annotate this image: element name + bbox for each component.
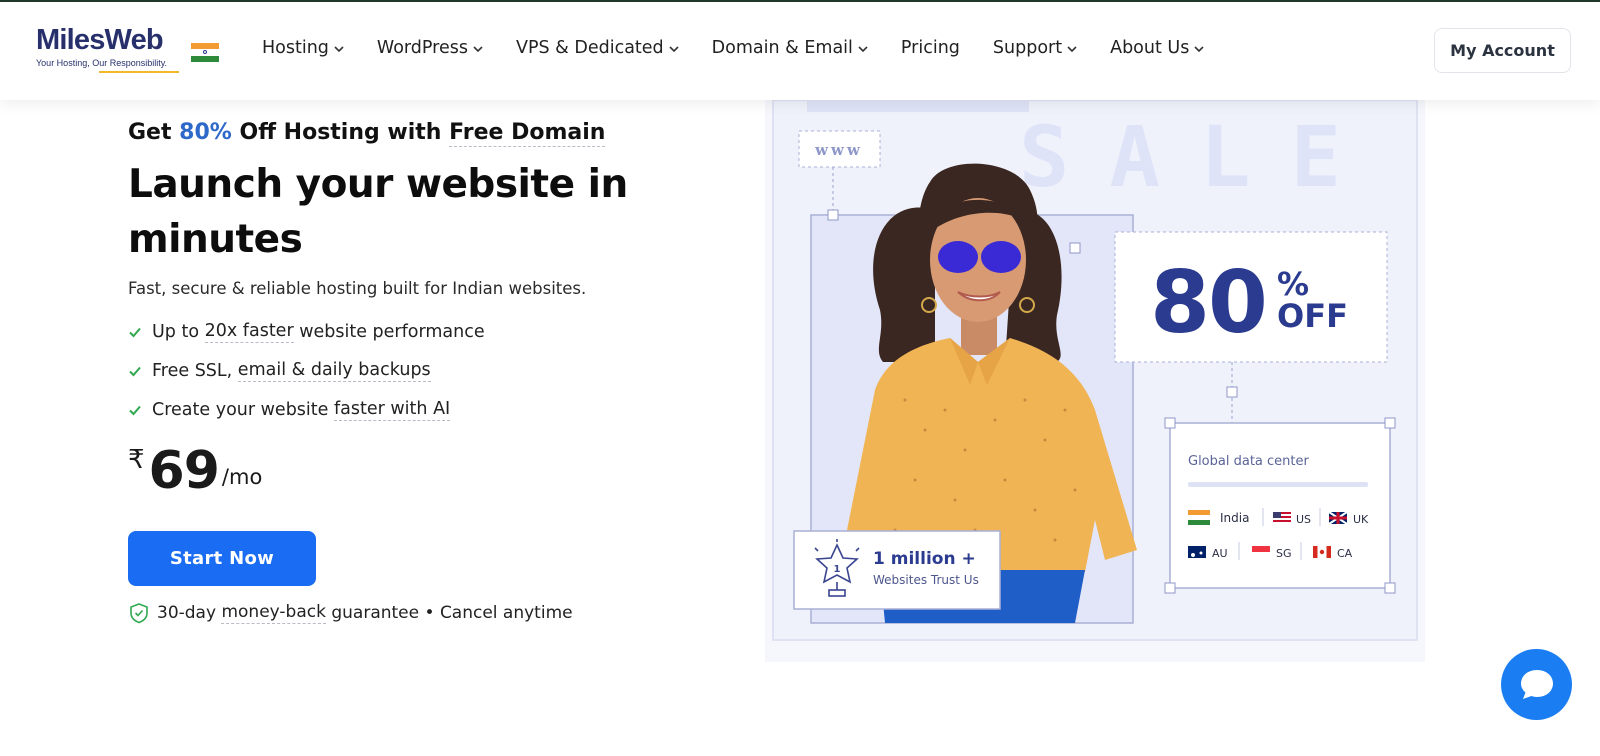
feature-item: Up to 20x faster website performance [128,312,728,351]
chat-icon [1520,669,1553,699]
location-uk: UK [1353,513,1369,526]
datacenter-card [1169,422,1391,589]
nav-item-about-us[interactable]: About Us [1110,38,1204,58]
trust-count: 1 million + [873,549,976,569]
chevron-down-icon [1067,46,1077,53]
feature-item: Create your website faster with AI [128,390,728,429]
discount-number: 80 [1150,253,1266,353]
shield-icon [130,603,148,624]
handle [827,209,839,221]
trust-card [793,530,1001,610]
flag-icon [1252,546,1270,558]
nav-label: Hosting [262,38,329,58]
feature-text: website performance [293,321,485,342]
brand-tagline: Your Hosting, Our Responsibility. [36,58,168,68]
location-india: India [1220,511,1249,525]
feature-item: Free SSL, email & daily backups [128,351,728,390]
price-amount: 69 [148,441,220,501]
hero-subtitle: Fast, secure & reliable hosting built fo… [128,279,587,298]
handle [1164,417,1176,429]
feature-highlight: faster with AI [333,398,451,421]
offer-percent: 80% [179,120,232,145]
flag-icon [1188,510,1210,525]
discount-off: OFF [1277,297,1348,335]
www-text: www [814,141,863,159]
nav-item-pricing[interactable]: Pricing [901,38,960,58]
offer-middle: Off Hosting with [231,120,450,145]
offer-free-domain: Free Domain [449,120,606,147]
check-icon [129,405,141,415]
flag-icon [1188,546,1206,558]
nav-item-hosting[interactable]: Hosting [262,38,344,58]
start-now-button[interactable]: Start Now [128,531,316,586]
brand-logo[interactable]: MilesWeb Your Hosting, Our Responsibilit… [36,24,186,76]
chevron-down-icon [669,46,679,53]
location-us: US [1296,513,1311,526]
handle [1164,582,1176,594]
feature-highlight: email & daily backups [237,359,431,382]
handle [1384,417,1396,429]
feature-text: Up to [152,321,205,342]
sale-watermark: SALE [1019,108,1381,206]
feature-text: Free SSL, [152,360,238,381]
check-icon [129,366,141,376]
handle [1069,242,1081,254]
my-account-button[interactable]: My Account [1434,28,1571,73]
chevron-down-icon [334,46,344,53]
price-display: ₹ 69 /mo [128,443,728,499]
guarantee-text: guarantee • Cancel anytime [325,603,573,623]
flag-icon [1328,511,1348,525]
feature-highlight: 20x faster [204,320,294,343]
flag-icon [1313,546,1331,558]
check-icon [129,327,141,337]
promo-top-bar [807,100,1029,112]
nav-item-vps-dedicated[interactable]: VPS & Dedicated [516,38,679,58]
main-nav: Hosting WordPress VPS & Dedicated Domain… [262,38,1237,58]
nav-label: Pricing [900,38,960,58]
location-sg: SG [1276,547,1292,560]
flag-icon [1273,512,1291,524]
nav-item-wordpress[interactable]: WordPress [377,38,483,58]
nav-label: Support [992,38,1063,58]
site-header: MilesWeb Your Hosting, Our Responsibilit… [0,2,1600,100]
nav-item-support[interactable]: Support [993,38,1077,58]
price-period: /mo [221,465,263,489]
offer-line: Get 80% Off Hosting with Free Domain [128,120,728,147]
nav-item-domain-email[interactable]: Domain & Email [712,38,868,58]
brand-name: MilesWeb [36,24,164,56]
hero-headline: Launch your website in minutes [128,162,628,262]
location-ca: CA [1337,547,1353,560]
chevron-down-icon [473,46,483,53]
guarantee-text: 30-day [157,603,222,623]
datacenter-title: Global data center [1188,454,1309,469]
nav-label: Domain & Email [711,38,853,58]
promo-banner: SALE www 80 % OFF Global data center Ind… [765,99,1425,662]
feature-list: Up to 20x faster website performance Fre… [128,312,728,429]
nav-label: WordPress [376,38,468,58]
location-au: AU [1212,547,1228,560]
hero-section: Get 80% Off Hosting with Free Domain Lau… [128,120,728,624]
logo-underline [99,71,179,73]
india-flag-icon[interactable] [191,43,219,62]
guarantee-line: 30-day money-back guarantee • Cancel any… [128,602,728,624]
price-currency: ₹ [128,445,145,475]
chevron-down-icon [858,46,868,53]
trust-label: Websites Trust Us [873,573,979,587]
promo-illustration: SALE www 80 % OFF Global data center Ind… [765,99,1425,662]
nav-label: VPS & Dedicated [515,38,664,58]
handle [1226,386,1238,398]
chat-button[interactable] [1501,649,1572,720]
handle [1384,582,1396,594]
datacenter-bar [1188,482,1368,487]
trophy-number: 1 [834,564,841,575]
offer-prefix: Get [128,120,180,145]
feature-text: Create your website [152,399,334,420]
chevron-down-icon [1194,46,1204,53]
nav-label: About Us [1110,38,1190,58]
guarantee-highlight: money-back [221,602,326,624]
